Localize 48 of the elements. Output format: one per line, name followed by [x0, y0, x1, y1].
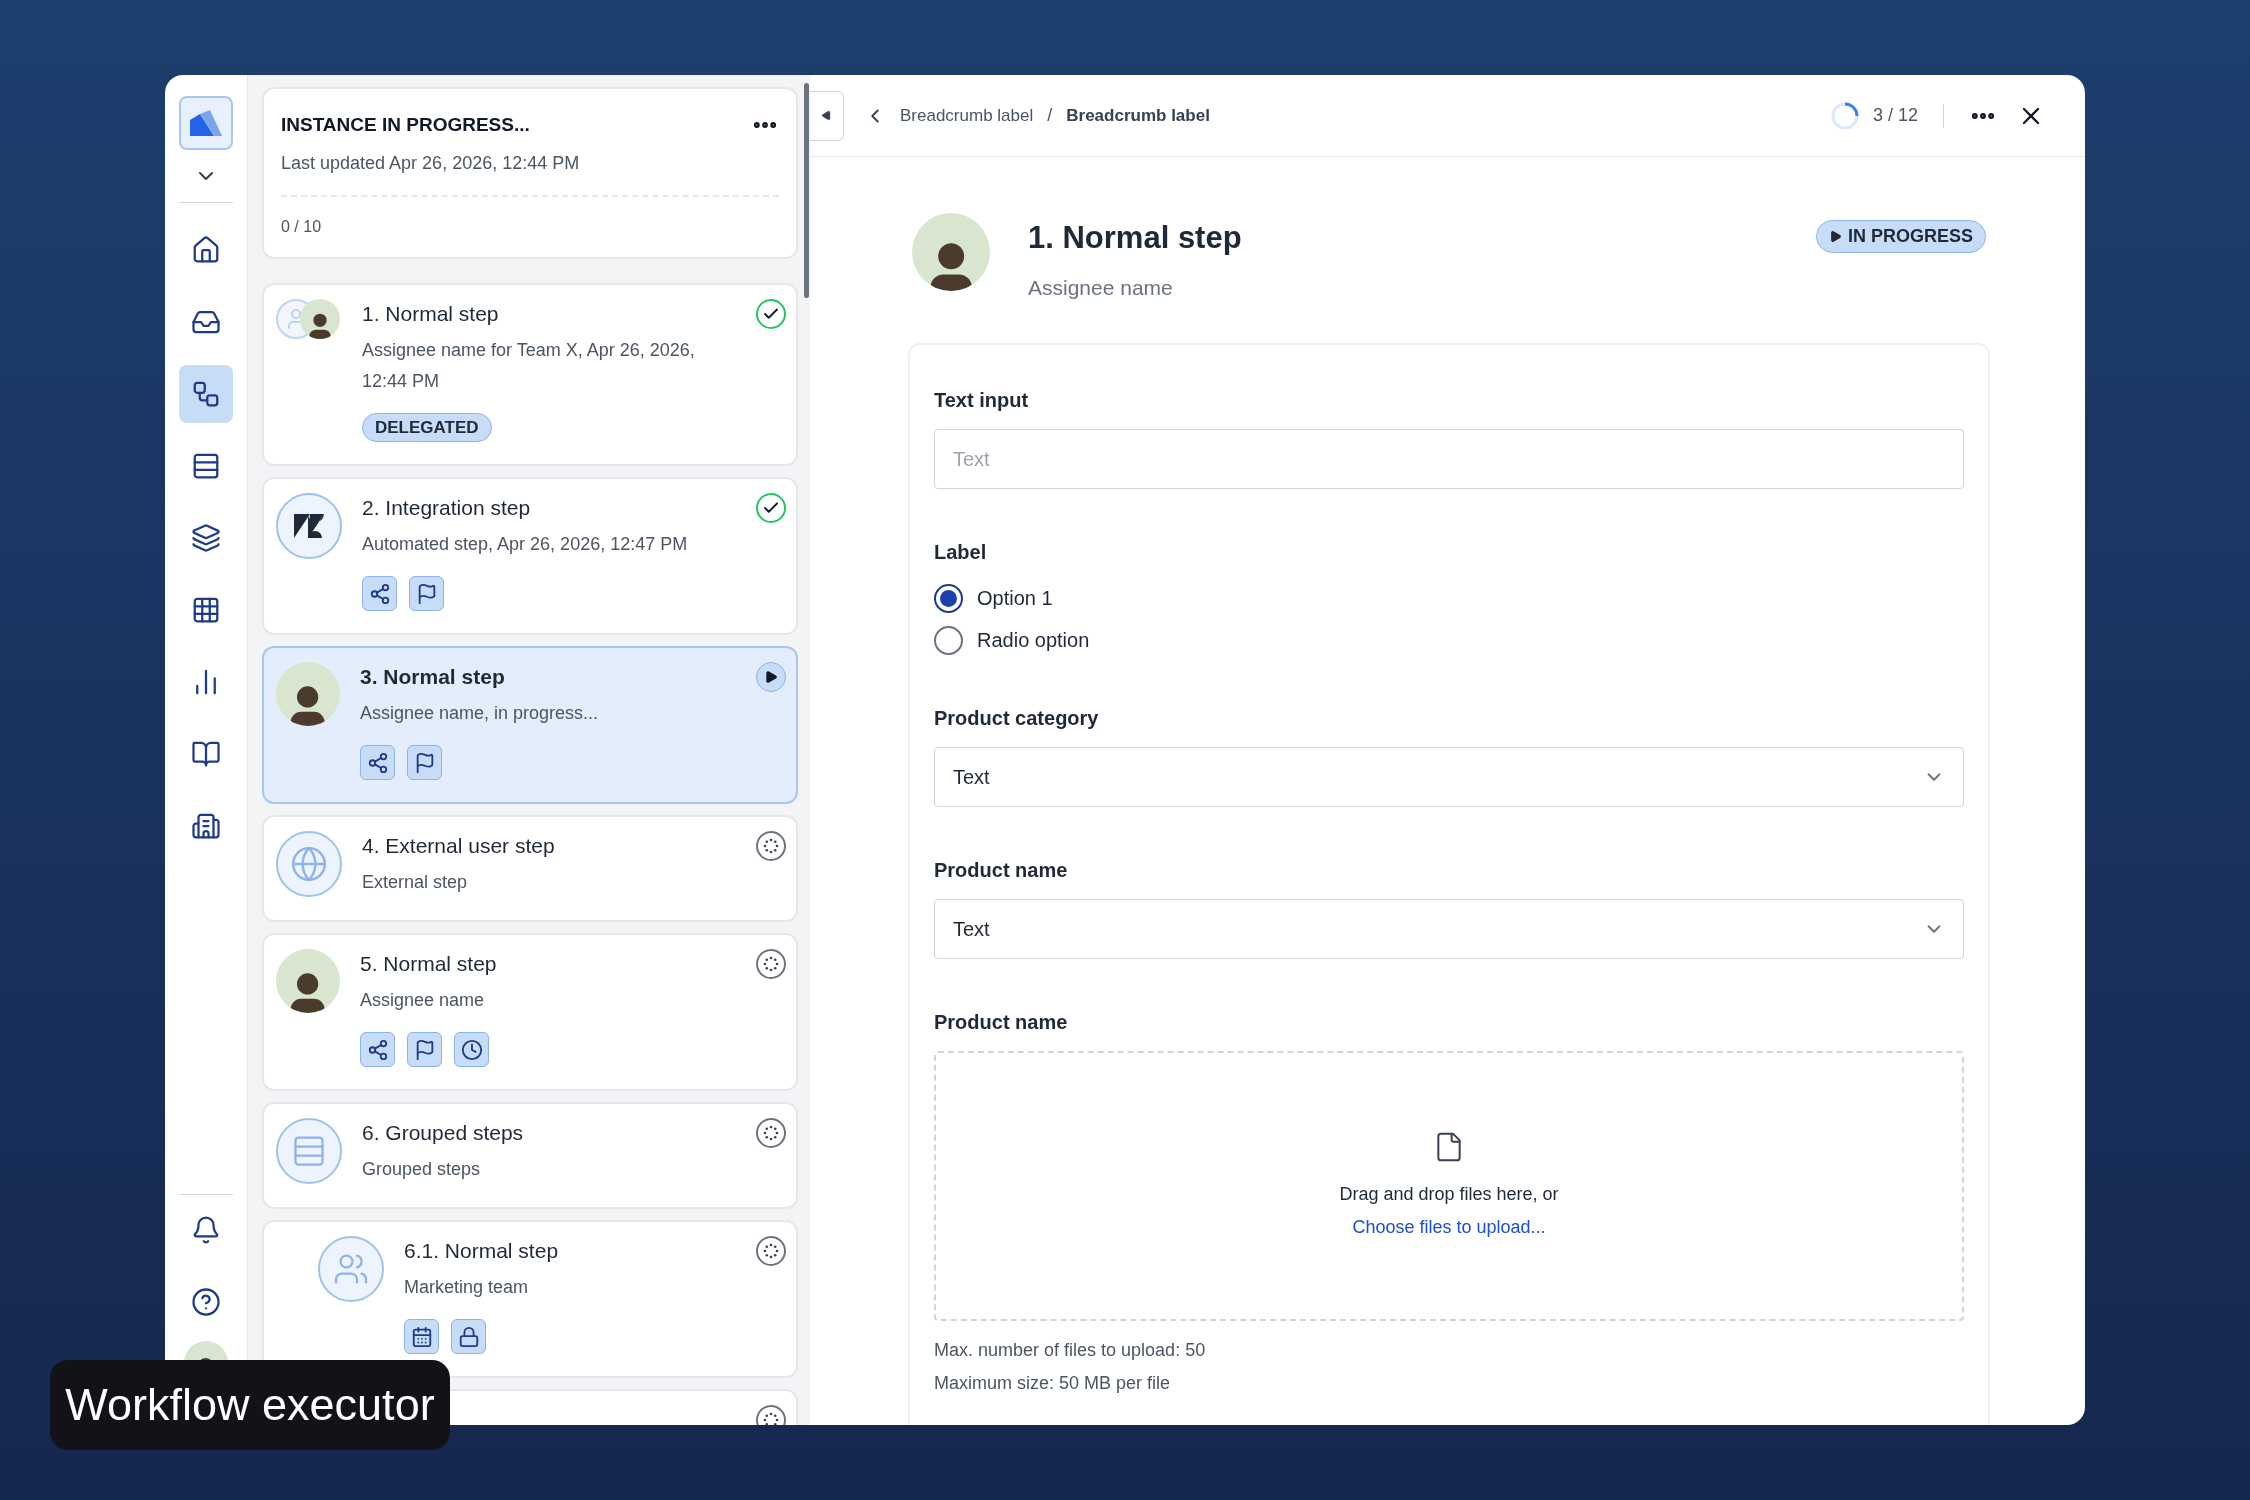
status-text: IN PROGRESS [1847, 225, 1973, 248]
step-card[interactable]: 3. Normal step Assignee name, in progress... [262, 646, 798, 804]
breadcrumb-separator: / [1047, 104, 1053, 127]
step-card[interactable]: 5. Normal step Assignee name [262, 933, 798, 1091]
step-counter: 3 / 12 [1872, 104, 1918, 127]
step-subtitle: Grouped steps [362, 1158, 482, 1181]
select-field[interactable]: Text [934, 747, 1964, 807]
field-label: Product category [934, 706, 1100, 731]
progress-count: 0 / 10 [281, 216, 323, 237]
step-subtitle: Assignee name, in progress... [360, 702, 600, 725]
radio-label: Option 1 [977, 586, 1053, 611]
assignee-name: Assignee name [1028, 274, 1174, 301]
step-card[interactable]: 1. Normal step Assignee name for Team X, Apr 26, 2026, 12:44 PM DELEGATED [262, 282, 798, 466]
breadcrumb-link[interactable]: Breadcrumb label [1066, 102, 1210, 129]
last-updated-text: Last updated Apr 26, 2026, 12:44 PM [281, 151, 581, 175]
step-title: 6. Grouped steps [362, 1120, 525, 1146]
step-subtitle: Marketing team [404, 1276, 530, 1299]
step-title: 5. Normal step [360, 951, 498, 977]
step-heading: 1. Normal step [1028, 219, 1242, 257]
upload-note: Max. number of files to upload: 50 [934, 1339, 1207, 1362]
step-title: 2. Integration step [362, 495, 532, 521]
step-card[interactable]: 6. Grouped steps Grouped steps [262, 1102, 798, 1209]
drop-hint: Drag and drop files here, or [1339, 1183, 1559, 1206]
caption-text: Workflow executor [65, 1378, 435, 1433]
upload-note: Maximum size: 50 MB per file [934, 1372, 1172, 1395]
select-field[interactable]: Text [934, 899, 1964, 959]
step-subtitle: Automated step, Apr 26, 2026, 12:47 PM [362, 533, 689, 556]
step-title: 4. External user step [362, 833, 556, 859]
step-card[interactable]: 2. Integration step Automated step, Apr 26, 2026, 12:47 PM [262, 477, 798, 635]
step-title: 1. Normal step [362, 300, 500, 327]
file-drop-zone[interactable]: Drag and drop files here, or Choose files to upload... [934, 1051, 1964, 1321]
breadcrumb-link[interactable]: Breadcrumb label [900, 102, 1034, 129]
step-subtitle: Assignee name for Team X, Apr 26, 2026, 12:44 PM [362, 338, 696, 393]
text-input[interactable]: Text [934, 429, 1964, 489]
step-subtitle: Assignee name [360, 989, 486, 1012]
upload-link[interactable]: Choose files to upload... [1352, 1214, 1546, 1241]
field-label: Product name [934, 1010, 1069, 1035]
step-card[interactable]: 4. External user step External step [262, 815, 798, 922]
field-label: Text input [934, 388, 1030, 413]
step-title: 3. Normal step [360, 664, 506, 690]
radio-label: Radio option [977, 628, 1090, 653]
step-subtitle: External step [362, 871, 469, 894]
instance-title: INSTANCE IN PROGRESS... [281, 113, 530, 137]
field-label: Label [934, 540, 988, 565]
step-card[interactable]: 6.1. Normal step Marketing team [262, 1220, 798, 1378]
step-title: 6.1. Normal step [404, 1238, 560, 1264]
field-label: Product name [934, 858, 1069, 883]
delegated-badge: DELEGATED [362, 412, 492, 442]
